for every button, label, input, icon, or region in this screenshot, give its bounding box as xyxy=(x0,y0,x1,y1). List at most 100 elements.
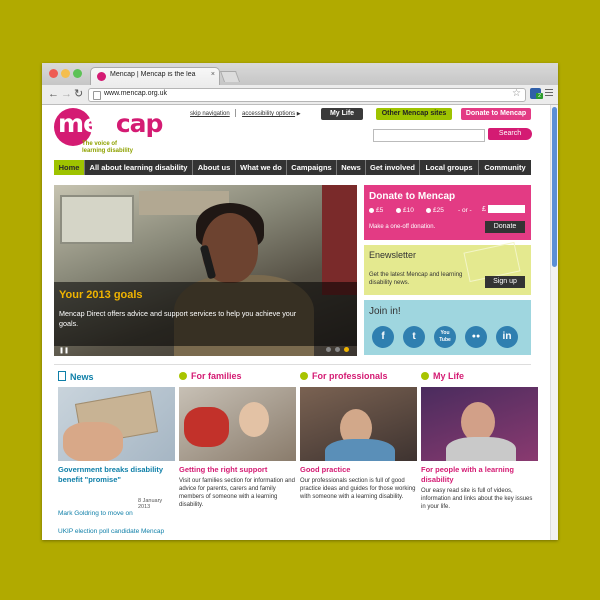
families-heading[interactable]: For families xyxy=(179,371,242,381)
mylife-text: Our easy read site is full of videos, in… xyxy=(421,488,533,510)
back-icon[interactable]: ← xyxy=(48,87,59,101)
address-bar[interactable]: www.mencap.org.uk ☆ xyxy=(88,88,526,102)
minimize-window-icon[interactable] xyxy=(61,69,70,78)
linkedin-icon[interactable]: in xyxy=(496,326,518,348)
close-window-icon[interactable] xyxy=(49,69,58,78)
flickr-icon[interactable]: ●● xyxy=(465,326,487,348)
news-date: 8 January 2013 xyxy=(138,498,163,510)
twitter-icon[interactable]: t xyxy=(403,326,425,348)
nav-all-about-learning-disability[interactable]: All about learning disability xyxy=(85,160,193,175)
search-input[interactable] xyxy=(373,129,485,142)
nav-community[interactable]: Community xyxy=(479,160,531,175)
browser-toolbar: ← → ↻ www.mencap.org.uk ☆ 2 xyxy=(42,85,558,105)
signup-button[interactable]: Sign up xyxy=(485,276,525,288)
hero-title[interactable]: Your 2013 goals xyxy=(59,289,143,301)
new-tab-button[interactable] xyxy=(219,71,241,82)
professionals-image[interactable] xyxy=(300,387,417,461)
professionals-heading[interactable]: For professionals xyxy=(300,371,388,381)
donate-pound: £ xyxy=(482,206,486,213)
tab-bar: Mencap | Mencap is the lea × xyxy=(42,63,558,86)
forward-icon[interactable]: → xyxy=(61,87,72,101)
mylife-heading[interactable]: My Life xyxy=(421,371,464,381)
search-button[interactable]: Search xyxy=(488,128,532,140)
my-life-button[interactable]: My Life xyxy=(321,108,363,120)
accessibility-options-link[interactable]: accessibility options xyxy=(242,111,295,117)
donate-title: Donate to Mencap xyxy=(369,191,456,202)
donate-or: - or - xyxy=(458,207,472,214)
join-in-panel: Join in! f t You Tube ●● in xyxy=(364,300,531,355)
nav-campaigns[interactable]: Campaigns xyxy=(287,160,337,175)
reload-icon[interactable]: ↻ xyxy=(74,87,83,101)
professionals-subheading[interactable]: Good practice xyxy=(300,465,417,475)
tshirt-image xyxy=(446,437,516,461)
hero-text: Mencap Direct offers advice and support … xyxy=(59,309,297,328)
url-text: www.mencap.org.uk xyxy=(104,90,168,97)
puppet-image xyxy=(184,407,229,447)
families-subheading[interactable]: Getting the right support xyxy=(179,465,296,475)
mylife-subheading[interactable]: For people with a learning disability xyxy=(421,465,538,485)
news-headline[interactable]: Government breaks disability benefit "pr… xyxy=(58,465,175,485)
carousel-dot[interactable] xyxy=(335,347,340,352)
carousel-dot-active[interactable] xyxy=(344,347,349,352)
scrollbar[interactable] xyxy=(550,105,558,540)
nav-local-groups[interactable]: Local groups xyxy=(420,160,479,175)
scrollbar-thumb[interactable] xyxy=(552,107,557,267)
nav-home[interactable]: Home xyxy=(54,160,85,175)
families-image[interactable] xyxy=(179,387,296,461)
hero-carousel[interactable]: Your 2013 goals Mencap Direct offers adv… xyxy=(54,185,357,356)
news-heading[interactable]: News xyxy=(58,371,94,382)
mylife-image[interactable] xyxy=(421,387,538,461)
child-image xyxy=(239,402,269,437)
favicon-icon xyxy=(97,72,106,81)
enewsletter-panel: Enewsletter Get the latest Mencap and le… xyxy=(364,241,531,295)
bookmark-star-icon[interactable]: ☆ xyxy=(512,88,521,99)
maximize-window-icon[interactable] xyxy=(73,69,82,78)
nav-get-involved[interactable]: Get involved xyxy=(366,160,420,175)
extension-badge: 2 xyxy=(536,93,543,99)
shirt-image xyxy=(325,439,395,461)
logo-tagline: The voice of learning disability xyxy=(82,141,134,154)
enewsletter-text: Get the latest Mencap and learning disab… xyxy=(369,272,463,286)
document-icon xyxy=(58,371,66,381)
carousel-dot[interactable] xyxy=(326,347,331,352)
extension-icon[interactable]: 2 xyxy=(530,88,543,99)
bullet-icon xyxy=(421,372,429,380)
tab-mencap[interactable]: Mencap | Mencap is the lea × xyxy=(90,67,220,86)
tab-close-icon[interactable]: × xyxy=(211,71,215,78)
enewsletter-title: Enewsletter xyxy=(369,250,417,260)
other-mencap-sites-button[interactable]: Other Mencap sites xyxy=(376,108,452,120)
hero-photo-window xyxy=(60,195,134,244)
bullet-icon xyxy=(179,372,187,380)
donate-note: Make a one-off donation. xyxy=(369,224,436,230)
pause-icon[interactable]: ❚❚ xyxy=(59,347,69,354)
join-in-title: Join in! xyxy=(369,306,401,317)
bullet-icon xyxy=(300,372,308,380)
facebook-icon[interactable]: f xyxy=(372,326,394,348)
browser-window: Mencap | Mencap is the lea × ← → ↻ www.m… xyxy=(42,63,558,540)
web-page: mencap The voice of learning disability … xyxy=(42,105,550,540)
news-image[interactable] xyxy=(58,387,175,461)
page-icon xyxy=(93,91,101,100)
professionals-text: Our professionals section is full of goo… xyxy=(300,478,416,500)
donate-button[interactable]: Donate xyxy=(485,221,525,233)
nav-what-we-do[interactable]: What we do xyxy=(236,160,287,175)
families-text: Visit our families section for informati… xyxy=(179,478,295,508)
donate-amount-5[interactable]: £5 xyxy=(369,207,383,214)
hero-photo-rack xyxy=(322,185,357,295)
donate-amount-10[interactable]: £10 xyxy=(396,207,414,214)
donate-other-amount-input[interactable] xyxy=(488,205,525,213)
nav-about-us[interactable]: About us xyxy=(193,160,236,175)
youtube-icon[interactable]: You Tube xyxy=(434,326,456,348)
tab-title: Mencap | Mencap is the lea xyxy=(110,71,196,78)
donate-header-button[interactable]: Donate to Mencap xyxy=(461,108,531,120)
news-item-2[interactable]: Mark Goldring to move on xyxy=(58,510,133,517)
donate-amount-25[interactable]: £25 xyxy=(426,207,444,214)
browser-menu-icon[interactable] xyxy=(545,89,553,98)
logo-wordmark: mencap xyxy=(58,109,163,138)
news-item-3[interactable]: UKIP election poll candidate Mencap xyxy=(58,528,164,535)
nav-news[interactable]: News xyxy=(337,160,366,175)
skip-navigation-link[interactable]: skip navigation xyxy=(190,111,230,117)
donate-panel: Donate to Mencap £5 £10 £25 - or - £ Mak… xyxy=(364,185,531,240)
content-columns: News Government breaks disability benefi… xyxy=(54,364,538,535)
top-links: skip navigation accessibility options ▶ xyxy=(190,109,301,117)
